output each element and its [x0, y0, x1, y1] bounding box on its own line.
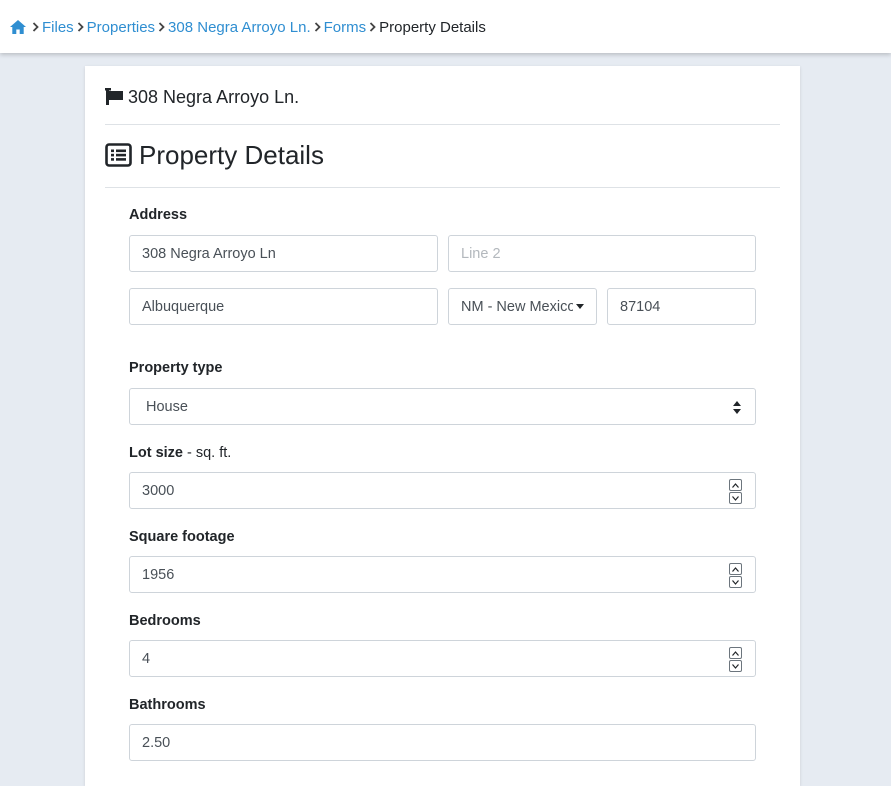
- square-footage-value: 1956: [142, 566, 175, 583]
- chevron-right-icon: [156, 22, 167, 32]
- bedrooms-input[interactable]: 4: [129, 640, 756, 677]
- file-title: 308 Negra Arroyo Ln.: [105, 86, 299, 108]
- bathrooms-label: Bathrooms: [129, 697, 206, 713]
- zip-input[interactable]: 87104: [607, 288, 756, 325]
- list-icon: [105, 143, 132, 167]
- bedrooms-label: Bedrooms: [129, 613, 201, 629]
- property-type-select[interactable]: House: [129, 388, 756, 425]
- decrement-icon[interactable]: [729, 660, 742, 672]
- number-spinner: [729, 479, 742, 504]
- increment-icon[interactable]: [729, 563, 742, 575]
- section-title-text: Property Details: [139, 139, 324, 170]
- lot-size-unit: - sq. ft.: [182, 445, 232, 461]
- number-spinner: [729, 563, 742, 588]
- city-input[interactable]: Albuquerque: [129, 288, 438, 325]
- square-footage-label: Square footage: [129, 529, 235, 545]
- decrement-icon[interactable]: [729, 576, 742, 588]
- chevron-right-icon: [367, 22, 378, 32]
- chevron-right-icon: [75, 22, 86, 32]
- increment-icon[interactable]: [729, 647, 742, 659]
- state-select-value: NM - New Mexico: [461, 298, 573, 315]
- lot-size-input[interactable]: 3000: [129, 472, 756, 509]
- chevron-right-icon: [30, 22, 41, 32]
- file-title-text: 308 Negra Arroyo Ln.: [128, 86, 300, 107]
- sort-icon: [733, 401, 741, 414]
- lot-size-label-text: Lot size: [129, 445, 183, 461]
- address-line1-input[interactable]: 308 Negra Arroyo Ln: [129, 235, 438, 272]
- address-line2-input[interactable]: Line 2: [448, 235, 756, 272]
- breadcrumb-properties[interactable]: Properties: [87, 19, 155, 36]
- flag-icon: [105, 87, 125, 107]
- lot-size-label: Lot size - sq. ft.: [129, 445, 231, 461]
- increment-icon[interactable]: [729, 479, 742, 491]
- lot-size-value: 3000: [142, 482, 175, 499]
- divider: [105, 124, 780, 125]
- bedrooms-value: 4: [142, 650, 151, 667]
- breadcrumb: Files Properties 308 Negra Arroyo Ln. Fo…: [9, 18, 486, 36]
- section-title: Property Details: [105, 139, 324, 171]
- form-card: 308 Negra Arroyo Ln. Property Details Ad…: [85, 66, 800, 786]
- state-select[interactable]: NM - New Mexico: [448, 288, 597, 325]
- home-icon[interactable]: [9, 19, 27, 35]
- top-bar: Files Properties 308 Negra Arroyo Ln. Fo…: [0, 0, 891, 53]
- caret-down-icon: [576, 304, 584, 309]
- chevron-right-icon: [312, 22, 323, 32]
- property-type-label: Property type: [129, 360, 223, 376]
- divider: [105, 187, 780, 188]
- breadcrumb-forms[interactable]: Forms: [324, 19, 367, 36]
- property-type-value: House: [146, 398, 188, 415]
- bathrooms-input[interactable]: 2.50: [129, 724, 756, 761]
- breadcrumb-property[interactable]: 308 Negra Arroyo Ln.: [168, 19, 311, 36]
- breadcrumb-current: Property Details: [379, 18, 486, 36]
- breadcrumb-files[interactable]: Files: [42, 19, 74, 36]
- decrement-icon[interactable]: [729, 492, 742, 504]
- address-label: Address: [129, 207, 188, 223]
- square-footage-input[interactable]: 1956: [129, 556, 756, 593]
- number-spinner: [729, 647, 742, 672]
